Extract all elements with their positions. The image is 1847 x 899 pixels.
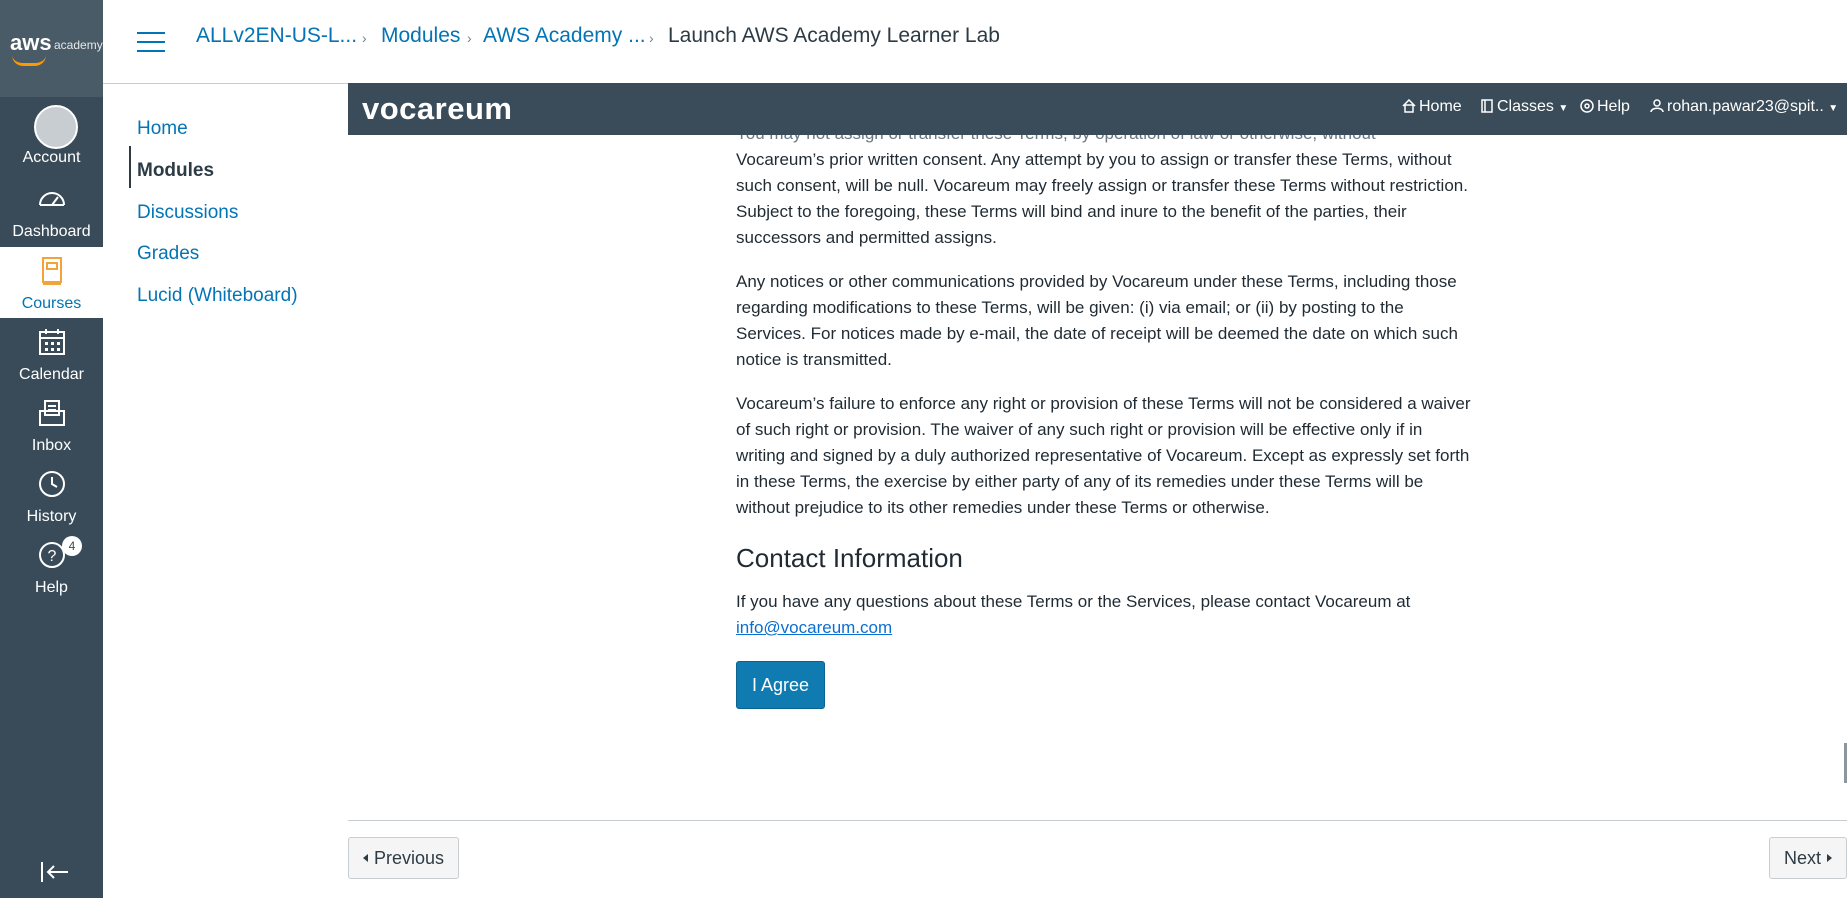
global-nav-courses-label: Courses xyxy=(21,295,82,312)
vocareum-home-link[interactable]: Home xyxy=(1402,98,1462,116)
home-icon xyxy=(1402,99,1416,113)
vocareum-classes-label: Classes xyxy=(1497,98,1554,115)
dashboard-icon xyxy=(39,192,65,206)
breadcrumb-course[interactable]: ALLv2EN-US-L... xyxy=(196,24,357,48)
user-icon xyxy=(1650,99,1664,113)
previous-label: Previous xyxy=(374,848,445,868)
terms-content: You may not assign or transfer these Ter… xyxy=(736,121,1476,709)
help-notification-badge: 4 xyxy=(62,536,82,556)
caret-down-icon: ▼ xyxy=(1828,103,1839,114)
global-navigation: aws academy Account Dashboard Courses Ca… xyxy=(0,0,103,898)
global-nav-inbox[interactable]: Inbox xyxy=(0,389,103,460)
page-header: ALLv2EN-US-L... › Modules › AWS Academy … xyxy=(103,0,1847,84)
terms-paragraph: Any notices or other communications prov… xyxy=(736,272,1458,369)
global-nav-inbox-label: Inbox xyxy=(31,437,72,454)
vocareum-user-label: rohan.pawar23@spit.. xyxy=(1667,98,1824,115)
global-nav-account-label: Account xyxy=(22,149,81,166)
vocareum-help-link[interactable]: Help xyxy=(1580,98,1630,116)
clock-icon xyxy=(39,471,65,497)
classes-icon xyxy=(1481,99,1493,113)
breadcrumb-current-page: Launch AWS Academy Learner Lab xyxy=(668,24,1000,47)
course-nav-home[interactable]: Home xyxy=(137,118,188,140)
global-nav-calendar[interactable]: Calendar xyxy=(0,318,103,389)
vocareum-navbar: vocareum Home Classes ▼ Help rohan.pawar… xyxy=(348,83,1847,135)
breadcrumb-module[interactable]: AWS Academy ... xyxy=(483,24,646,48)
global-nav-dashboard-label: Dashboard xyxy=(12,223,91,240)
collapse-nav-icon[interactable] xyxy=(40,860,70,884)
calendar-icon xyxy=(39,329,65,355)
global-nav-help-label: Help xyxy=(35,579,68,596)
contact-paragraph: If you have any questions about these Te… xyxy=(736,589,1476,641)
breadcrumb-separator-icon: › xyxy=(467,30,472,46)
svg-text:?: ? xyxy=(48,548,57,565)
aws-smile-icon xyxy=(12,55,46,66)
aws-logo-text: aws xyxy=(10,30,52,55)
agree-button[interactable]: I Agree xyxy=(736,661,826,709)
global-nav-help[interactable]: ? Help xyxy=(0,531,103,602)
inbox-icon xyxy=(39,400,65,426)
global-nav-history[interactable]: History xyxy=(0,460,103,531)
global-nav-courses[interactable]: Courses xyxy=(0,247,103,318)
help-icon xyxy=(1580,99,1594,113)
contact-text: If you have any questions about these Te… xyxy=(736,592,1411,611)
terms-paragraph: Vocareum’s failure to enforce any right … xyxy=(736,394,1471,517)
global-nav-history-label: History xyxy=(26,508,77,525)
course-menu-hamburger-icon[interactable] xyxy=(137,32,165,54)
global-nav-calendar-label: Calendar xyxy=(19,366,84,383)
contact-email-link[interactable]: info@vocareum.com xyxy=(736,618,892,637)
caret-right-icon xyxy=(1827,854,1832,862)
global-nav-dashboard[interactable]: Dashboard xyxy=(0,175,103,246)
avatar xyxy=(34,105,78,149)
vocareum-help-label: Help xyxy=(1597,98,1630,115)
course-nav-modules[interactable]: Modules xyxy=(137,160,214,182)
breadcrumb-separator-icon: › xyxy=(362,30,367,46)
caret-down-icon: ▼ xyxy=(1558,103,1569,114)
previous-button[interactable]: Previous xyxy=(348,837,460,879)
module-navigation-footer: Previous Next xyxy=(348,820,1847,899)
caret-left-icon xyxy=(363,854,368,862)
course-nav-active-indicator xyxy=(129,146,131,188)
course-nav-lucid[interactable]: Lucid (Whiteboard) xyxy=(137,285,298,307)
aws-academy-logo[interactable]: aws academy xyxy=(0,0,103,97)
vocareum-user-dropdown[interactable]: rohan.pawar23@spit.. ▼ xyxy=(1650,98,1838,116)
breadcrumb-modules[interactable]: Modules xyxy=(381,24,460,48)
course-nav-discussions[interactable]: Discussions xyxy=(137,202,238,224)
global-nav-account[interactable]: Account xyxy=(0,97,103,168)
course-nav-grades[interactable]: Grades xyxy=(137,243,199,265)
vocareum-frame: You may not assign or transfer these Ter… xyxy=(348,83,1847,898)
vocareum-classes-dropdown[interactable]: Classes ▼ xyxy=(1480,98,1568,116)
contact-heading: Contact Information xyxy=(736,543,963,573)
breadcrumb-separator-icon: › xyxy=(649,30,654,46)
academy-logo-text: academy xyxy=(54,38,103,52)
next-label: Next xyxy=(1783,848,1821,868)
courses-icon xyxy=(42,257,62,285)
vocareum-logo[interactable]: vocareum xyxy=(362,91,512,127)
next-button[interactable]: Next xyxy=(1768,837,1847,879)
terms-paragraph: Vocareum’s prior written consent. Any at… xyxy=(736,150,1468,247)
course-navigation: Home Modules Discussions Grades Lucid (W… xyxy=(103,83,348,898)
vocareum-home-label: Home xyxy=(1419,98,1462,115)
